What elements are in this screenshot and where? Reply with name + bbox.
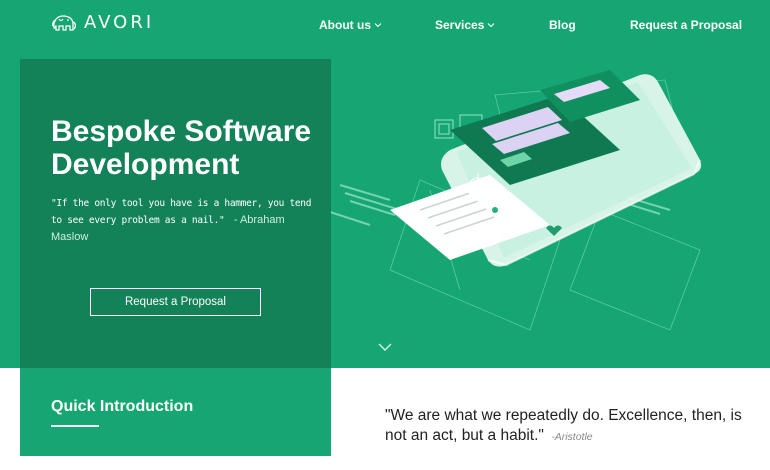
chevron-down-icon[interactable] [377, 342, 393, 352]
main-nav: About us Services Blog Request a Proposa… [0, 18, 770, 38]
intro-panel: Quick Introduction [20, 368, 331, 456]
intro-title: Quick Introduction [51, 398, 194, 415]
intro-quote-author: -Aristotle [551, 431, 593, 443]
nav-item-label: Services [435, 18, 485, 32]
chevron-down-icon [488, 23, 495, 28]
intro-divider [51, 425, 99, 427]
nav-item-blog[interactable]: Blog [549, 18, 576, 32]
hero-section: AVORI About us Services Blog Request a P… [0, 0, 770, 368]
request-proposal-button[interactable]: Request a Proposal [90, 288, 261, 316]
nav-item-services[interactable]: Services [435, 18, 495, 32]
chevron-down-icon [374, 23, 382, 28]
hero-quote: "If the only tool you have is a hammer, … [51, 196, 321, 246]
nav-item-label: About us [319, 18, 371, 32]
hero-title: Bespoke Software Development [51, 115, 312, 181]
intro-quote: "We are what we repeatedly do. Excellenc… [385, 406, 755, 447]
phone-illustration [329, 70, 702, 331]
nav-item-label: Blog [549, 18, 576, 32]
nav-item-about-us[interactable]: About us [319, 18, 382, 32]
hero-panel: Bespoke Software Development "If the onl… [20, 59, 331, 368]
nav-item-request-proposal[interactable]: Request a Proposal [630, 18, 742, 32]
nav-item-label: Request a Proposal [630, 18, 743, 32]
